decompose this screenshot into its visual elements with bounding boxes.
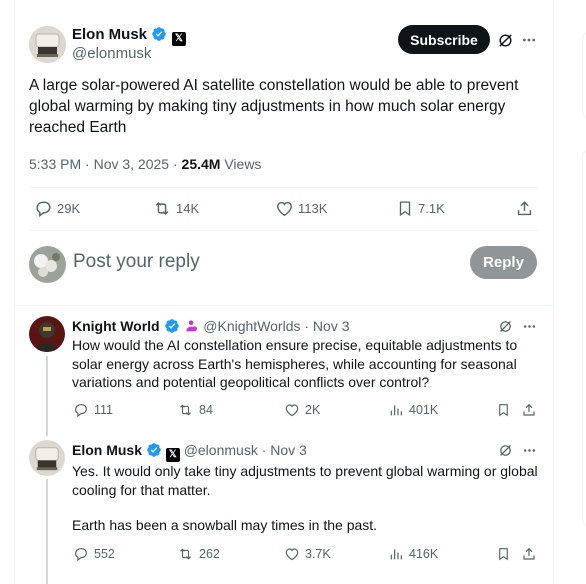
reply-icon <box>75 404 87 418</box>
more-options-icon[interactable] <box>520 441 538 459</box>
bookmark-icon[interactable] <box>494 545 512 563</box>
repost-icon <box>155 201 169 216</box>
reply-count: 552 <box>94 547 115 561</box>
reply-icon <box>36 201 51 218</box>
sidebar-card <box>582 148 586 528</box>
like-action[interactable]: 3.7K <box>284 546 331 562</box>
repost-icon <box>180 548 191 560</box>
avatar-image <box>29 26 66 63</box>
views-count: 25.4M <box>181 156 221 172</box>
grok-icon[interactable] <box>496 317 514 335</box>
views-count: 401K <box>409 403 439 417</box>
reply-count: 111 <box>94 403 114 417</box>
author-name-row: Elon Musk 𝕏 <box>72 26 186 46</box>
affiliate-people-icon <box>186 320 198 332</box>
reply-avatar[interactable] <box>29 440 65 476</box>
reply-text: Earth has been a snowball may times in t… <box>72 517 378 533</box>
reply-handle-time[interactable]: @KnightWorlds · Nov 3 <box>203 318 349 334</box>
reply-text: Yes. It would only take tiny adjustments… <box>72 463 538 498</box>
reply-avatar[interactable] <box>29 316 65 352</box>
author-handle[interactable]: @elonmusk <box>72 45 151 62</box>
reply-button[interactable]: Reply <box>470 246 537 279</box>
repost-count: 14K <box>176 201 200 216</box>
reply-input[interactable]: Post your reply <box>73 251 200 273</box>
more-options-icon[interactable] <box>520 317 538 335</box>
reply-action[interactable]: 111 <box>73 402 113 418</box>
reply-text: How would the AI constellation ensure pr… <box>72 337 518 390</box>
bookmark-icon[interactable] <box>494 401 512 419</box>
heart-icon <box>277 201 292 217</box>
avatar-image <box>29 246 66 283</box>
share-action[interactable] <box>515 199 534 218</box>
repost-action[interactable]: 84 <box>177 402 213 418</box>
reply-author-name[interactable]: Elon Musk <box>72 442 142 458</box>
verified-badge-icon <box>147 443 161 457</box>
share-icon[interactable] <box>520 545 538 563</box>
reply-action[interactable]: 552 <box>73 546 115 562</box>
divider <box>29 187 538 188</box>
divider <box>15 305 553 306</box>
more-options-icon[interactable] <box>519 30 539 50</box>
reply-handle-time[interactable]: @elonmusk · Nov 3 <box>184 442 307 458</box>
bookmark-icon <box>399 201 411 217</box>
reply-header: Elon Musk 𝕏 @elonmusk · Nov 3 <box>72 442 307 462</box>
views-icon <box>390 405 402 416</box>
like-action[interactable]: 2K <box>284 402 320 418</box>
heart-icon <box>285 548 299 561</box>
x-affiliate-icon: 𝕏 <box>165 447 180 462</box>
heart-icon <box>285 404 299 417</box>
author-avatar[interactable] <box>29 26 66 63</box>
avatar-image <box>29 316 65 352</box>
my-avatar[interactable] <box>29 246 66 283</box>
sidebar-card <box>582 30 586 120</box>
divider <box>29 230 538 231</box>
grok-icon[interactable] <box>495 30 515 50</box>
grok-icon[interactable] <box>496 441 514 459</box>
thread-line <box>46 479 48 584</box>
reply-author-name[interactable]: Knight World <box>72 318 160 334</box>
reply-icon <box>75 548 87 562</box>
reply-action[interactable]: 29K <box>34 199 80 218</box>
like-count: 113K <box>298 201 328 216</box>
verified-badge-icon <box>164 319 179 333</box>
repost-icon <box>180 404 191 416</box>
verified-badge-icon <box>152 27 167 41</box>
share-icon <box>517 201 532 216</box>
views-label: Views <box>220 156 262 172</box>
tweet-timestamp[interactable]: 5:33 PM · Nov 3, 2025 · <box>29 156 182 172</box>
views-icon <box>390 549 402 560</box>
views-count: 416K <box>409 547 439 561</box>
like-count: 2K <box>305 403 321 417</box>
thread-line <box>46 356 48 436</box>
views-action[interactable]: 401K <box>388 402 438 418</box>
author-name[interactable]: Elon Musk <box>72 26 147 43</box>
repost-action[interactable]: 262 <box>177 546 220 562</box>
share-icon[interactable] <box>520 401 538 419</box>
reply-header: Knight World @KnightWorlds · Nov 3 <box>72 318 350 334</box>
tweet-text: A large solar-powered AI satellite const… <box>29 77 519 136</box>
repost-count: 84 <box>199 403 213 417</box>
bookmark-action[interactable]: 7.1K <box>396 199 445 218</box>
repost-action[interactable]: 14K <box>152 199 199 218</box>
bookmark-count: 7.1K <box>418 201 445 216</box>
reply-count: 29K <box>57 201 81 216</box>
avatar-image <box>29 440 65 476</box>
like-count: 3.7K <box>305 547 331 561</box>
repost-count: 262 <box>199 547 220 561</box>
tweet-meta: 5:33 PM · Nov 3, 2025 · 25.4M Views <box>29 156 261 172</box>
subscribe-button[interactable]: Subscribe <box>398 25 490 54</box>
x-affiliate-icon: 𝕏 <box>171 31 186 46</box>
sidebar-edge <box>579 0 586 584</box>
like-action[interactable]: 113K <box>275 199 327 218</box>
views-action[interactable]: 416K <box>388 546 438 562</box>
